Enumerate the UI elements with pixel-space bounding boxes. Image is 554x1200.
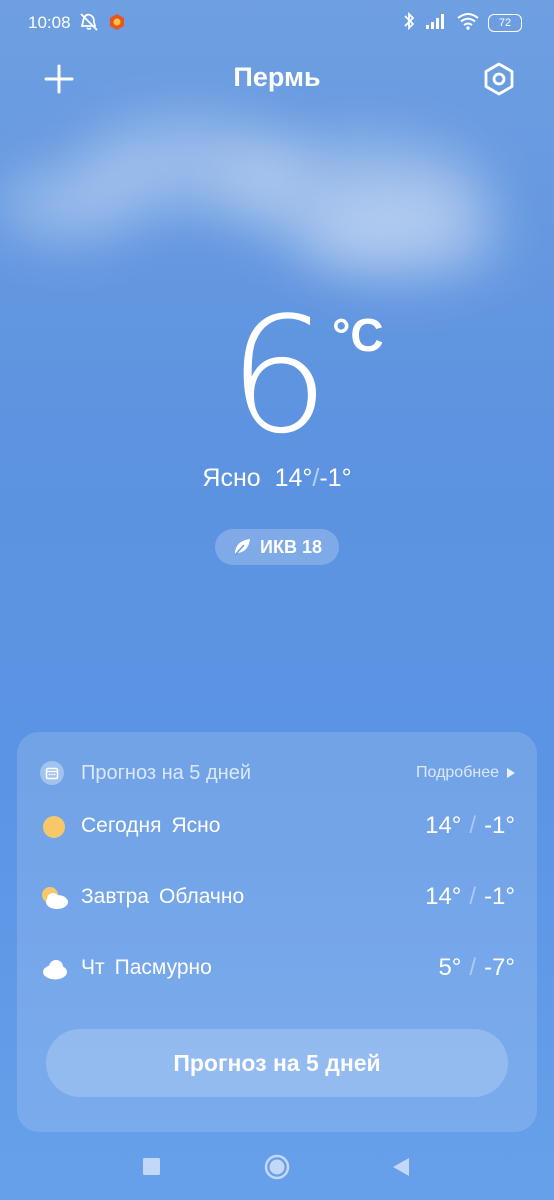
forecast-row[interactable]: Завтра Облачно 14° / -1° (39, 881, 515, 952)
forecast-row[interactable]: Чт Пасмурно 5° / -7° (39, 952, 515, 1023)
temp-separator: / (312, 464, 320, 492)
partly-cloudy-icon (42, 887, 68, 909)
forecast-separator: / (469, 954, 477, 981)
low-temp: -1° (319, 464, 352, 492)
high-temp: 14° (274, 464, 313, 492)
alarm-off-icon (78, 12, 100, 36)
forecast-temps: 5° / -7° (438, 954, 515, 982)
forecast-title: Прогноз на 5 дней (81, 762, 251, 784)
forecast-separator: / (469, 812, 477, 839)
forecast-day: Чт (81, 956, 105, 979)
city-title: Пермь (233, 62, 321, 92)
forecast-separator: / (469, 883, 477, 910)
battery-indicator: 72 (488, 14, 522, 32)
forecast-row[interactable]: Сегодня Ясно 14° / -1° (39, 810, 515, 881)
forecast-low: -7° (484, 954, 515, 981)
forecast-day: Сегодня (81, 814, 162, 837)
forecast-condition: Пасмурно (114, 956, 212, 979)
wifi-icon (456, 12, 480, 34)
recent-apps-icon (143, 1158, 160, 1175)
calendar-icon (40, 761, 64, 785)
top-bar: Пермь (0, 52, 554, 108)
temperature-unit: °C (332, 309, 384, 361)
forecast-header: Прогноз на 5 дней Подробнее (39, 760, 515, 788)
forecast-list: Сегодня Ясно 14° / -1° Завтра Облачно 14° / -1… (39, 810, 515, 1023)
back-button[interactable] (380, 1145, 424, 1189)
aqi-label: ИКВ 18 (260, 536, 322, 557)
forecast-row-label: Завтра Облачно (81, 885, 254, 909)
temperature-value: 6 (228, 282, 330, 469)
bluetooth-icon (402, 11, 416, 35)
aqi-badge[interactable]: ИКВ 18 (215, 529, 339, 565)
forecast-condition: Ясно (171, 814, 221, 837)
forecast-condition: Облачно (159, 885, 245, 908)
cloud-icon (43, 960, 67, 980)
home-button[interactable] (255, 1145, 299, 1189)
settings-button[interactable] (478, 58, 520, 100)
forecast-high: 5° (438, 954, 462, 981)
forecast-row-label: Сегодня Ясно (81, 814, 230, 838)
app-notification-icon (108, 13, 126, 35)
forecast-day: Завтра (81, 885, 150, 908)
forecast-row-label: Чт Пасмурно (81, 956, 222, 980)
forecast-low: -1° (484, 812, 515, 839)
forecast-high: 14° (425, 812, 462, 839)
recent-apps-button[interactable] (130, 1145, 174, 1189)
status-bar: 10:08 72 (0, 0, 554, 48)
navigation-bar (0, 1145, 554, 1189)
current-temperature: 6 °C (0, 296, 554, 456)
sun-icon (43, 816, 65, 838)
forecast-temps: 14° / -1° (425, 883, 515, 911)
home-icon (264, 1154, 290, 1180)
more-label: Подробнее (416, 764, 499, 781)
forecast-card: Прогноз на 5 дней Подробнее Сегодня Ясно … (17, 732, 537, 1132)
more-link[interactable]: Подробнее (416, 764, 515, 782)
condition-text: Ясно (202, 464, 261, 492)
forecast-temps: 14° / -1° (425, 812, 515, 840)
status-time: 10:08 (28, 13, 71, 32)
forecast-low: -1° (484, 883, 515, 910)
current-condition: Ясно 14°/-1° (0, 464, 554, 493)
leaf-icon (234, 539, 251, 556)
settings-hexagon-icon (484, 62, 514, 96)
back-icon (393, 1158, 409, 1176)
signal-icon (424, 12, 448, 34)
forecast-high: 14° (425, 883, 462, 910)
chevron-right-icon (507, 768, 515, 778)
five-day-forecast-button[interactable]: Прогноз на 5 дней (46, 1029, 508, 1097)
